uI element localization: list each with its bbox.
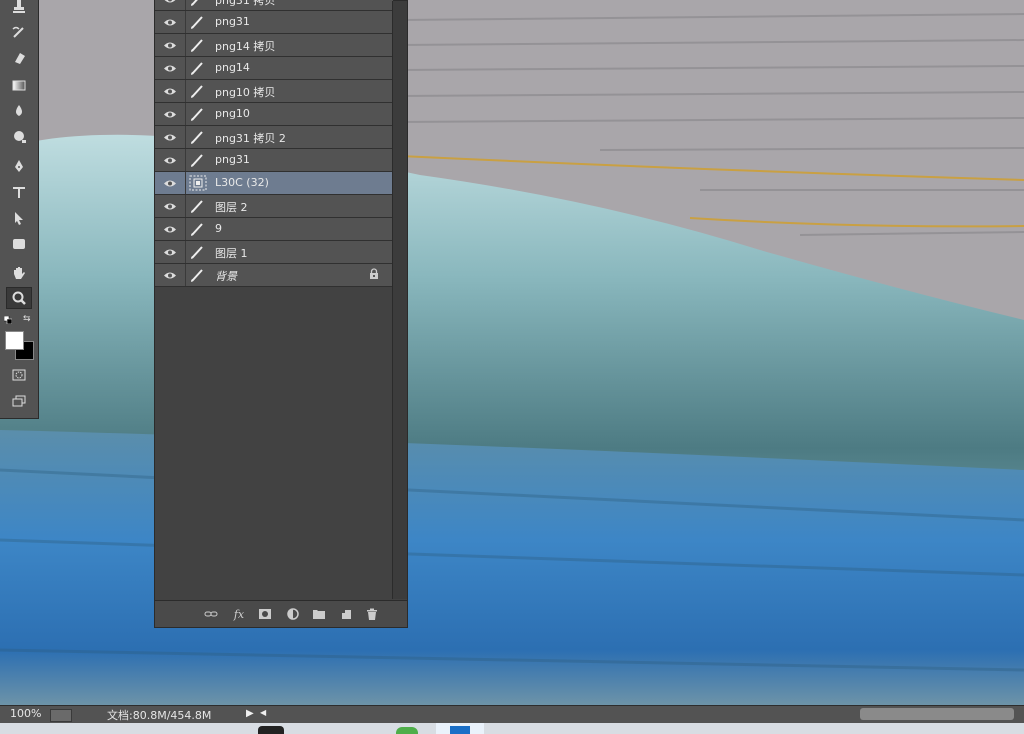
visibility-eye-icon[interactable] (155, 195, 186, 217)
pen-tool-icon[interactable] (6, 155, 32, 177)
layer-row[interactable]: 图层 2 (155, 195, 393, 218)
screen-mode-icon[interactable] (6, 390, 32, 412)
layer-name: 背景 (215, 270, 237, 283)
brush-layer-thumbnail-icon (187, 105, 209, 123)
brush-layer-thumbnail-icon (187, 128, 209, 146)
brush-layer-thumbnail-icon (187, 82, 209, 100)
layer-name: png31 (215, 15, 250, 28)
visibility-eye-icon[interactable] (155, 149, 186, 171)
new-layer-icon[interactable] (338, 606, 354, 622)
zoom-tool-icon[interactable] (6, 287, 32, 309)
layers-panel-footer: fx (155, 600, 407, 627)
layer-row[interactable]: png14 (155, 57, 393, 80)
visibility-eye-icon[interactable] (155, 241, 186, 263)
zoom-level[interactable]: 100% (10, 707, 41, 720)
foreground-color-swatch[interactable] (5, 331, 24, 350)
brush-layer-thumbnail-icon (187, 59, 209, 77)
layer-name: png14 拷贝 (215, 40, 276, 53)
visibility-eye-icon[interactable] (155, 103, 186, 125)
taskbar-app-icon[interactable] (396, 727, 418, 734)
toolbox: ⇆ (0, 0, 39, 419)
visibility-eye-icon[interactable] (155, 57, 186, 79)
lock-icon (369, 268, 379, 283)
layer-name: png14 (215, 61, 250, 74)
mask-icon[interactable] (257, 606, 273, 622)
layer-name: 9 (215, 222, 222, 235)
gradient-icon[interactable] (6, 74, 32, 96)
brush-layer-thumbnail-icon (187, 151, 209, 169)
layer-row[interactable]: png10 拷贝 (155, 80, 393, 103)
layer-name: 图层 2 (215, 201, 248, 214)
rectangle-tool-icon[interactable] (6, 233, 32, 255)
visibility-eye-icon[interactable] (155, 34, 186, 56)
visibility-eye-icon[interactable] (155, 172, 186, 194)
fx-icon[interactable]: fx (231, 606, 247, 622)
quick-mask-icon[interactable] (6, 364, 32, 386)
brush-layer-thumbnail-icon (187, 36, 209, 54)
status-bar: 100% 文档:80.8M/454.8M ▶ ◀ (0, 705, 1024, 723)
layer-row[interactable]: png10 (155, 103, 393, 126)
brush-layer-thumbnail-icon (187, 220, 209, 238)
scroll-left-arrow-icon[interactable]: ◀ (260, 708, 266, 717)
layer-name: png31 拷贝 (215, 0, 276, 7)
document-size: 文档:80.8M/454.8M (107, 709, 212, 722)
layer-name: png31 拷贝 2 (215, 132, 286, 145)
path-selection-icon[interactable] (6, 207, 32, 229)
brush-layer-thumbnail-icon (187, 13, 209, 31)
smart-object-thumbnail-icon (187, 174, 209, 192)
layer-row[interactable]: png14 拷贝 (155, 34, 393, 57)
trash-icon[interactable] (364, 606, 380, 622)
stamp-tool-icon[interactable] (6, 0, 32, 17)
adjustment-icon[interactable] (285, 606, 301, 622)
blur-icon[interactable] (6, 100, 32, 122)
visibility-eye-icon[interactable] (155, 218, 186, 240)
visibility-eye-icon[interactable] (155, 11, 186, 33)
swap-colors-icon[interactable]: ⇆ (23, 314, 31, 324)
status-menu-arrow-icon[interactable]: ▶ (246, 708, 254, 719)
layer-name: png31 (215, 153, 250, 166)
layer-row[interactable]: 背景 (155, 264, 393, 287)
horizontal-scrollbar-thumb[interactable] (860, 708, 1014, 720)
layer-row[interactable]: 图层 1 (155, 241, 393, 264)
brush-layer-thumbnail-icon (187, 0, 209, 8)
type-tool-icon[interactable] (6, 181, 32, 203)
layer-name: png10 拷贝 (215, 86, 276, 99)
visibility-eye-icon[interactable] (155, 126, 186, 148)
layer-name: 图层 1 (215, 247, 248, 260)
brush-layer-thumbnail-icon (187, 266, 209, 284)
brush-layer-thumbnail-icon (187, 243, 209, 261)
layer-row[interactable]: L30C (32) (155, 172, 393, 195)
hand-tool-icon[interactable] (6, 262, 32, 284)
taskbar-app-icon[interactable] (258, 726, 284, 734)
layer-row[interactable]: 9 (155, 218, 393, 241)
layer-row[interactable]: png31 拷贝 (155, 0, 393, 11)
layers-panel: png31 拷贝 png31 png14 拷贝 png14 png10 拷贝 png10 p… (154, 0, 408, 628)
layers-list: png31 拷贝 png31 png14 拷贝 png14 png10 拷贝 png10 p… (155, 0, 393, 287)
link-icon[interactable] (203, 606, 219, 622)
visibility-eye-icon[interactable] (155, 0, 186, 10)
layers-scrollbar[interactable] (392, 1, 407, 599)
taskbar-active-app-icon[interactable] (436, 723, 484, 734)
layer-row[interactable]: png31 (155, 11, 393, 34)
layer-name: L30C (32) (215, 176, 269, 189)
visibility-eye-icon[interactable] (155, 264, 186, 286)
dodge-icon[interactable] (6, 126, 32, 148)
status-view-button[interactable] (50, 709, 72, 722)
default-colors-icon[interactable] (3, 314, 13, 325)
layer-row[interactable]: png31 (155, 149, 393, 172)
brush-layer-thumbnail-icon (187, 197, 209, 215)
folder-icon[interactable] (311, 606, 327, 622)
eraser-icon[interactable] (6, 47, 32, 69)
layer-name: png10 (215, 107, 250, 120)
layer-row[interactable]: png31 拷贝 2 (155, 126, 393, 149)
os-taskbar (0, 723, 1024, 734)
visibility-eye-icon[interactable] (155, 80, 186, 102)
history-brush-icon[interactable] (6, 21, 32, 43)
